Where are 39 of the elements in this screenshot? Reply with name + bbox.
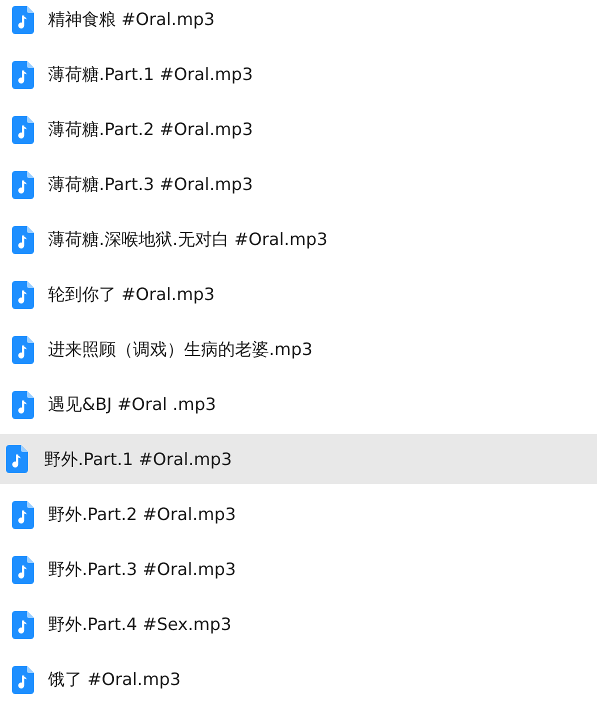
file-name: 野外.Part.1 #Oral.mp3 [44, 448, 232, 470]
audio-file-icon [6, 445, 28, 473]
file-name: 精神食粮 #Oral.mp3 [48, 9, 215, 31]
file-name: 薄荷糖.Part.3 #Oral.mp3 [48, 174, 253, 196]
file-row[interactable]: 野外.Part.1 #Oral.mp3 [0, 434, 597, 484]
audio-file-icon [12, 60, 34, 88]
audio-file-icon [12, 556, 34, 584]
audio-file-icon [12, 610, 34, 638]
audio-file-icon [12, 336, 34, 364]
file-row[interactable]: 野外.Part.3 #Oral.mp3 [0, 542, 597, 597]
file-row[interactable]: 野外.Part.2 #Oral.mp3 [0, 487, 597, 542]
file-name: 薄荷糖.Part.2 #Oral.mp3 [48, 119, 253, 141]
audio-file-icon [12, 280, 34, 308]
audio-file-icon [12, 226, 34, 254]
file-name: 野外.Part.4 #Sex.mp3 [48, 614, 232, 636]
file-name: 薄荷糖.深喉地狱.无对白 #Oral.mp3 [48, 229, 328, 251]
file-row[interactable]: 精神食粮 #Oral.mp3 [0, 0, 597, 47]
audio-file-icon [12, 666, 34, 694]
file-row[interactable]: 进来照顾（调戏）生病的老婆.mp3 [0, 322, 597, 377]
audio-file-icon [12, 500, 34, 528]
file-name: 进来照顾（调戏）生病的老婆.mp3 [48, 339, 313, 361]
file-row[interactable]: 轮到你了 #Oral.mp3 [0, 267, 597, 322]
audio-file-icon [12, 170, 34, 198]
file-row[interactable]: 薄荷糖.Part.2 #Oral.mp3 [0, 102, 597, 157]
file-row[interactable]: 薄荷糖.Part.3 #Oral.mp3 [0, 157, 597, 212]
file-row[interactable]: 薄荷糖.深喉地狱.无对白 #Oral.mp3 [0, 212, 597, 267]
file-row[interactable]: 野外.Part.4 #Sex.mp3 [0, 597, 597, 652]
file-name: 轮到你了 #Oral.mp3 [48, 284, 215, 306]
file-name: 遇见&BJ #Oral .mp3 [48, 394, 216, 416]
file-row[interactable]: 薄荷糖.Part.1 #Oral.mp3 [0, 47, 597, 102]
audio-file-icon [12, 116, 34, 144]
file-name: 野外.Part.3 #Oral.mp3 [48, 559, 236, 581]
file-name: 野外.Part.2 #Oral.mp3 [48, 504, 236, 526]
file-name: 饿了 #Oral.mp3 [48, 669, 181, 691]
file-name: 薄荷糖.Part.1 #Oral.mp3 [48, 64, 253, 86]
file-row[interactable]: 饿了 #Oral.mp3 [0, 652, 597, 707]
audio-file-icon [12, 390, 34, 418]
audio-file-icon [12, 6, 34, 34]
file-row[interactable]: 遇见&BJ #Oral .mp3 [0, 377, 597, 432]
